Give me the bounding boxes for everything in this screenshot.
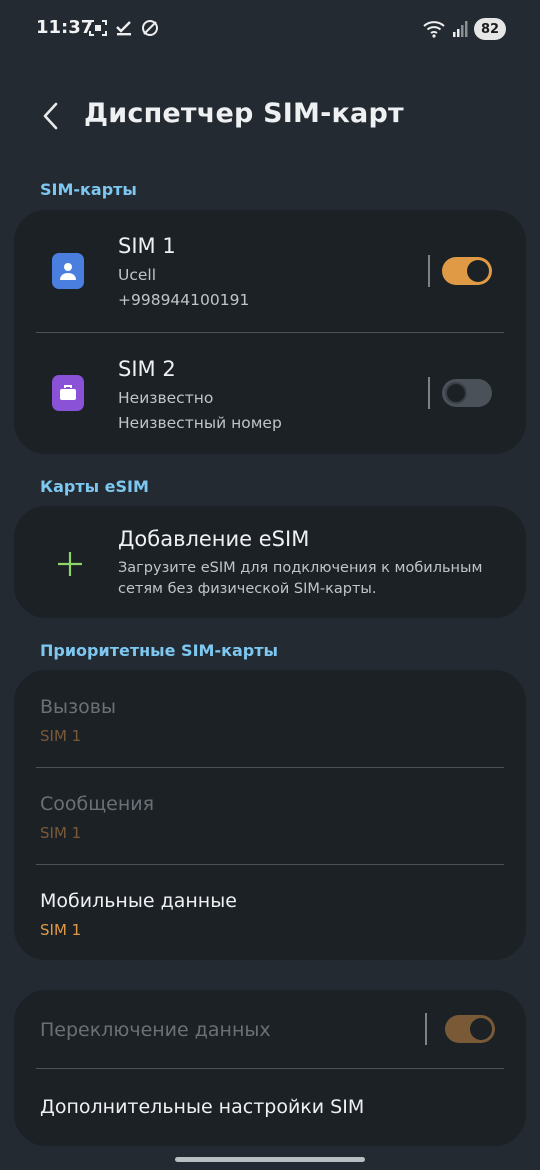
divider	[425, 1013, 427, 1045]
esim-add-title: Добавление eSIM	[118, 527, 310, 551]
back-button[interactable]	[30, 98, 70, 134]
data-switch-row: Переключение данных	[14, 990, 526, 1068]
battery-icon: 82	[474, 18, 506, 40]
priority-calls-row: Вызовы SIM 1	[14, 670, 526, 767]
sim-1-title: SIM 1	[118, 234, 176, 258]
signal-icon	[453, 21, 468, 37]
esim-card[interactable]: Добавление eSIM Загрузите eSIM для подкл…	[14, 506, 526, 618]
section-sim-cards: SIM-карты	[40, 180, 137, 199]
sim-1-number: +998944100191	[118, 291, 250, 309]
no-sync-icon	[142, 20, 158, 36]
status-bar: 11:37 82	[0, 0, 540, 58]
sim-1-row[interactable]: SIM 1 Ucell +998944100191	[14, 210, 526, 332]
data-switch-toggle	[445, 1015, 495, 1043]
more-sim-settings-row[interactable]: Дополнительные настройки SIM	[14, 1068, 526, 1146]
briefcase-icon	[52, 375, 84, 411]
priority-mobile-data-value: SIM 1	[40, 921, 82, 939]
priority-messages-title: Сообщения	[40, 793, 155, 815]
screenshot-icon	[89, 20, 107, 36]
status-time: 11:37	[36, 17, 94, 38]
divider	[428, 255, 430, 287]
more-sim-settings-title: Дополнительные настройки SIM	[40, 1096, 365, 1118]
divider	[428, 377, 430, 409]
page-title: Диспетчер SIM-карт	[84, 98, 404, 129]
esim-description-line1: Загрузите eSIM для подключения к мобильн…	[118, 560, 483, 576]
priority-calls-value: SIM 1	[40, 727, 82, 745]
esim-description-line2: сетям без физической SIM-карты.	[118, 581, 377, 597]
section-esim: Карты eSIM	[40, 477, 149, 496]
sim-1-toggle[interactable]	[442, 257, 492, 285]
sim-2-toggle[interactable]	[442, 379, 492, 407]
priority-mobile-data-row[interactable]: Мобильные данные SIM 1	[14, 864, 526, 960]
sim-1-operator: Ucell	[118, 266, 157, 284]
home-indicator[interactable]	[175, 1157, 365, 1162]
chevron-left-icon	[43, 102, 58, 130]
section-priority: Приоритетные SIM-карты	[40, 641, 278, 660]
priority-mobile-data-title: Мобильные данные	[40, 890, 237, 912]
plus-icon	[58, 552, 82, 576]
sim-2-title: SIM 2	[118, 357, 176, 381]
app-header: Диспетчер SIM-карт	[0, 88, 540, 144]
extra-settings-card: Переключение данных Дополнительные настр…	[14, 990, 526, 1146]
sim-2-number: Неизвестный номер	[118, 414, 282, 432]
sim-2-row[interactable]: SIM 2 Неизвестно Неизвестный номер	[14, 332, 526, 454]
check-icon	[116, 21, 131, 36]
priority-card: Вызовы SIM 1 Сообщения SIM 1 Мобильные д…	[14, 670, 526, 960]
sim-cards-card: SIM 1 Ucell +998944100191 SIM 2 Неизвест…	[14, 210, 526, 454]
data-switch-title: Переключение данных	[40, 1019, 271, 1041]
priority-calls-title: Вызовы	[40, 696, 116, 718]
priority-messages-value: SIM 1	[40, 824, 82, 842]
priority-messages-row: Сообщения SIM 1	[14, 767, 526, 864]
sim-2-operator: Неизвестно	[118, 389, 214, 407]
person-icon	[52, 253, 84, 289]
wifi-icon	[423, 21, 445, 38]
